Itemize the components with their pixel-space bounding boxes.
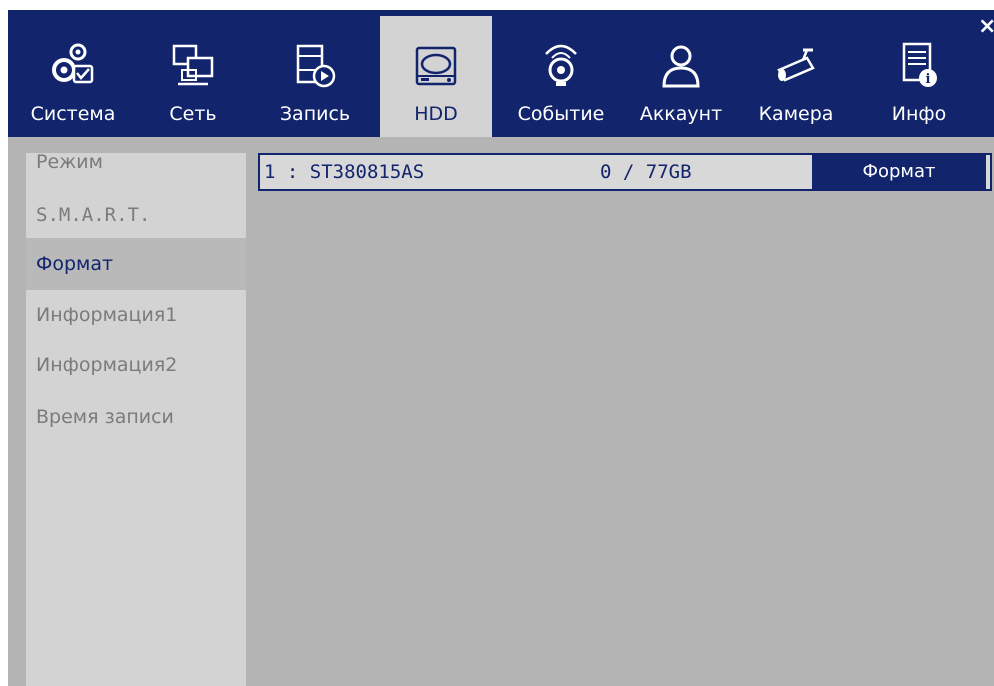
svg-text:i: i	[926, 72, 931, 87]
camera-icon	[777, 48, 815, 82]
tab-network-label: Сеть	[169, 103, 217, 125]
tab-info-label: Инфо	[891, 103, 947, 125]
top-tab-bar: Система Сеть Запись HDD Событие Аккаунт …	[8, 10, 994, 137]
event-icon	[545, 44, 577, 86]
tab-network[interactable]: Сеть	[138, 16, 248, 137]
hdd-usage: 0 / 77GB	[600, 161, 692, 183]
network-icon	[172, 44, 214, 86]
tab-event-label: Событие	[517, 103, 605, 125]
tab-camera-label: Камера	[758, 103, 834, 125]
main-content: 1 : ST380815AS 0 / 77GB Формат	[246, 137, 994, 686]
sidebar-item-mode[interactable]: Режим	[26, 143, 246, 195]
tab-system[interactable]: Система	[8, 16, 138, 137]
tab-camera[interactable]: Камера	[738, 16, 854, 137]
tab-info[interactable]: i Инфо	[864, 16, 974, 137]
sidebar-item-record-time[interactable]: Время записи	[26, 398, 246, 450]
hdd-list-row[interactable]: 1 : ST380815AS 0 / 77GB Формат	[258, 153, 992, 191]
tab-hdd[interactable]: HDD	[380, 16, 492, 137]
tab-account[interactable]: Аккаунт	[624, 16, 738, 137]
hdd-id: 1 : ST380815AS	[264, 161, 425, 183]
tab-account-label: Аккаунт	[639, 103, 723, 125]
record-icon	[296, 44, 336, 88]
sidebar-item-info1[interactable]: Информация1	[26, 296, 246, 348]
close-icon[interactable]: ×	[978, 14, 994, 39]
account-icon	[662, 45, 700, 88]
tab-event[interactable]: Событие	[502, 16, 620, 137]
hdd-icon	[415, 46, 457, 86]
tab-record-label: Запись	[279, 103, 351, 125]
tab-record[interactable]: Запись	[256, 16, 374, 137]
sidebar-item-format[interactable]: Формат	[26, 238, 246, 290]
gear-check-icon	[52, 43, 94, 84]
tab-system-label: Система	[30, 103, 116, 125]
tab-hdd-label: HDD	[414, 103, 458, 125]
sidebar-item-info2[interactable]: Информация2	[26, 346, 246, 398]
info-icon: i	[902, 42, 937, 87]
format-button[interactable]: Формат	[812, 155, 986, 189]
